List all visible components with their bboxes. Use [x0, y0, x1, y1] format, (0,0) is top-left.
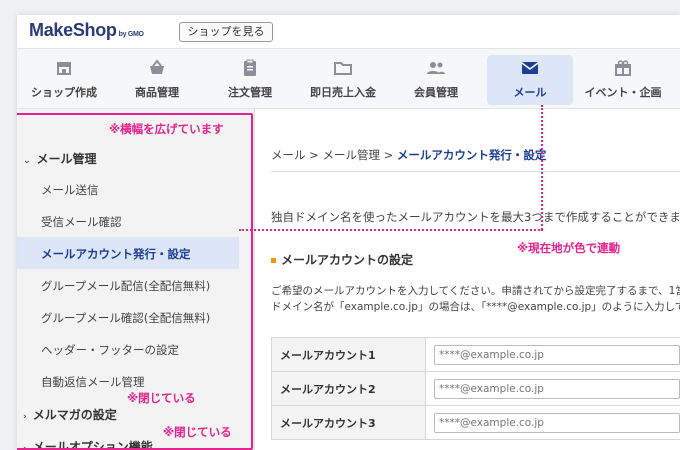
intro-text: 独自ドメイン名を使ったメールアカウントを最大3つまで作成することができます。 — [271, 210, 680, 224]
bullet-icon — [271, 258, 276, 263]
makeshop-logo[interactable]: MakeShop by GMO — [29, 20, 144, 41]
mail-account-1-input[interactable] — [434, 344, 680, 365]
sidebar-group-label: メール管理 — [36, 152, 97, 166]
nav-label: ショップ作成 — [31, 86, 97, 99]
top-bar: MakeShop by GMO ショップを見る — [17, 15, 680, 49]
sidebar-item-group-mail-check[interactable]: グループメール確認(全配信無料) — [41, 310, 210, 326]
main-nav: ショップ作成 商品管理 注文管理 即日売上入金 会員管理 メール イベント・企画 — [17, 49, 680, 109]
section-title-text: メールアカウントの設定 — [281, 253, 414, 267]
sidebar-item-group-mail-send[interactable]: グループメール配信(全配信無料) — [41, 278, 210, 294]
account-label: メールアカウント2 — [271, 371, 426, 406]
gift-icon — [580, 58, 666, 82]
nav-label: メール — [513, 86, 547, 99]
annotation-closed-1: ※閉じている — [127, 391, 196, 405]
folder-icon — [300, 58, 386, 82]
nav-label: 注文管理 — [228, 86, 272, 99]
nav-label: 会員管理 — [414, 86, 458, 99]
sidebar-item-auto-reply[interactable]: 自動返信メール管理 — [41, 374, 145, 390]
breadcrumb-current: メールアカウント発行・設定 — [396, 148, 547, 162]
main-content: メール > メール管理 > メールアカウント発行・設定 独自ドメイン名を使ったメ… — [255, 109, 680, 450]
sidebar-item-mail-account[interactable]: メールアカウント発行・設定 — [41, 246, 191, 262]
mail-icon — [487, 58, 573, 82]
basket-icon — [114, 58, 200, 82]
app-window: MakeShopby GMO ショップを見る ショップ作成 商品管理 注文管理 — [17, 15, 680, 450]
mail-account-3-input[interactable] — [434, 412, 680, 433]
storefront-icon — [21, 58, 107, 82]
annotation-connector-horizontal — [239, 229, 543, 231]
annotation-linked: ※現在地が色で連動 — [517, 241, 621, 255]
nav-events[interactable]: イベント・企画 — [580, 55, 666, 105]
nav-label: イベント・企画 — [584, 86, 662, 99]
nav-products[interactable]: 商品管理 — [114, 55, 200, 105]
section-title: メールアカウントの設定 — [271, 251, 413, 268]
sidebar-group-magazine[interactable]: › メルマガの設定 — [23, 406, 117, 423]
table-row: メールアカウント3 — [271, 405, 680, 440]
account-cell — [425, 337, 680, 372]
sidebar-item-send-mail[interactable]: メール送信 — [41, 182, 99, 198]
nav-orders[interactable]: 注文管理 — [207, 55, 293, 105]
table-row: メールアカウント2 — [271, 371, 680, 406]
nav-mail[interactable]: メール — [487, 55, 573, 105]
nav-shop-create[interactable]: ショップ作成 — [21, 55, 107, 105]
logo-text: MakeShop — [29, 20, 117, 40]
divider — [271, 171, 680, 172]
nav-same-day-payment[interactable]: 即日売上入金 — [300, 55, 386, 105]
account-label: メールアカウント3 — [271, 405, 426, 440]
table-row: メールアカウント1 — [271, 337, 680, 372]
view-shop-button[interactable]: ショップを見る — [179, 22, 273, 42]
mail-account-2-input[interactable] — [434, 378, 680, 399]
sidebar-item-received-mail[interactable]: 受信メール確認 — [41, 214, 122, 230]
sidebar-group-label: メールオプション機能 — [32, 440, 153, 450]
breadcrumb-path[interactable]: メール > メール管理 > — [271, 148, 397, 162]
nav-label: 即日売上入金 — [310, 86, 376, 99]
nav-label: 商品管理 — [135, 86, 179, 99]
chevron-down-icon: ⌄ — [23, 156, 31, 166]
annotation-closed-2: ※閉じている — [163, 425, 232, 439]
clipboard-icon — [207, 58, 293, 82]
chevron-right-icon: › — [23, 412, 27, 422]
account-cell — [425, 371, 680, 406]
sidebar-item-header-footer[interactable]: ヘッダー・フッターの設定 — [41, 342, 179, 358]
sidebar-group-label: メルマガの設定 — [32, 408, 117, 422]
annotation-connector-vertical — [541, 105, 543, 230]
logo-suffix: by GMO — [118, 31, 144, 38]
breadcrumb: メール > メール管理 > メールアカウント発行・設定 — [271, 147, 546, 163]
description-line-2: ドメイン名が「example.co.jp」の場合は、「****@example.… — [271, 301, 680, 313]
account-label: メールアカウント1 — [271, 337, 426, 372]
description-line-1: ご希望のメールアカウントを入力してください。申請されてから設定完了するまで、1営 — [271, 285, 680, 297]
sidebar-group-mail-management[interactable]: ⌄ メール管理 — [23, 150, 97, 167]
account-cell — [425, 405, 680, 440]
members-icon — [393, 58, 479, 82]
sidebar-group-mail-options[interactable]: › メールオプション機能 — [23, 438, 153, 450]
annotation-wide: ※横幅を広げています — [109, 122, 224, 136]
chevron-right-icon: › — [23, 444, 27, 450]
nav-members[interactable]: 会員管理 — [393, 55, 479, 105]
mail-account-table: メールアカウント1 メールアカウント2 メールアカウント3 — [271, 337, 680, 440]
